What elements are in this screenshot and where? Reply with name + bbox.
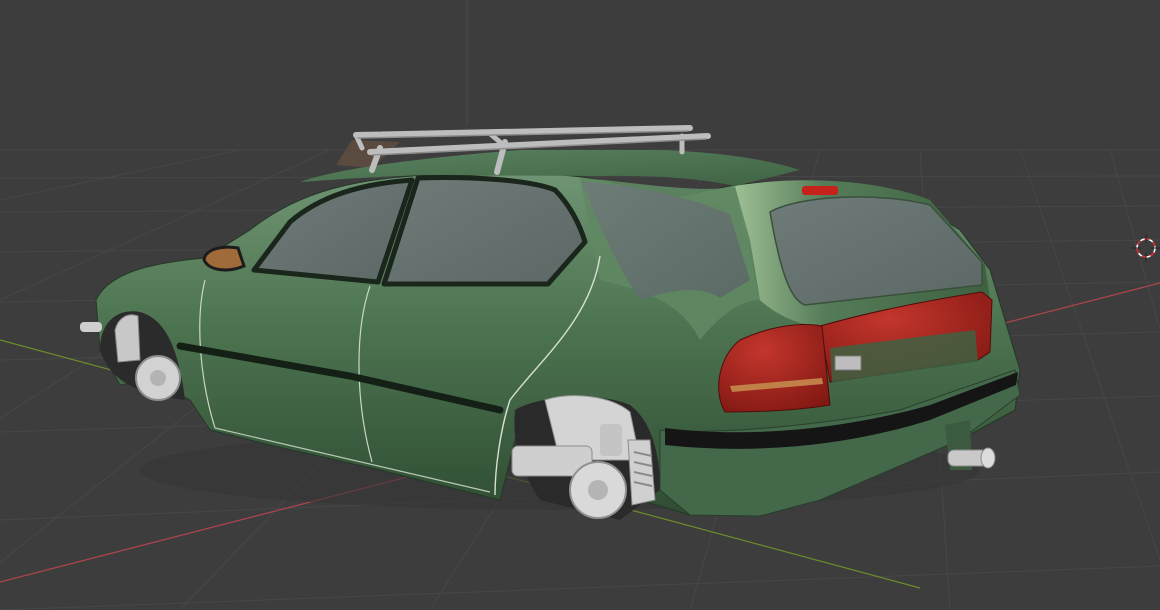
license-plate bbox=[834, 355, 862, 371]
rear-side-window bbox=[381, 175, 588, 287]
rear-window bbox=[769, 196, 983, 306]
3d-cursor-icon[interactable] bbox=[1132, 234, 1160, 262]
3d-viewport[interactable] bbox=[0, 0, 1160, 610]
exhaust-pipe bbox=[945, 420, 996, 470]
third-brake-light bbox=[802, 186, 838, 195]
side-mirror bbox=[202, 245, 246, 272]
viewport-canvas[interactable] bbox=[0, 0, 1160, 610]
car-model[interactable] bbox=[80, 125, 1021, 520]
